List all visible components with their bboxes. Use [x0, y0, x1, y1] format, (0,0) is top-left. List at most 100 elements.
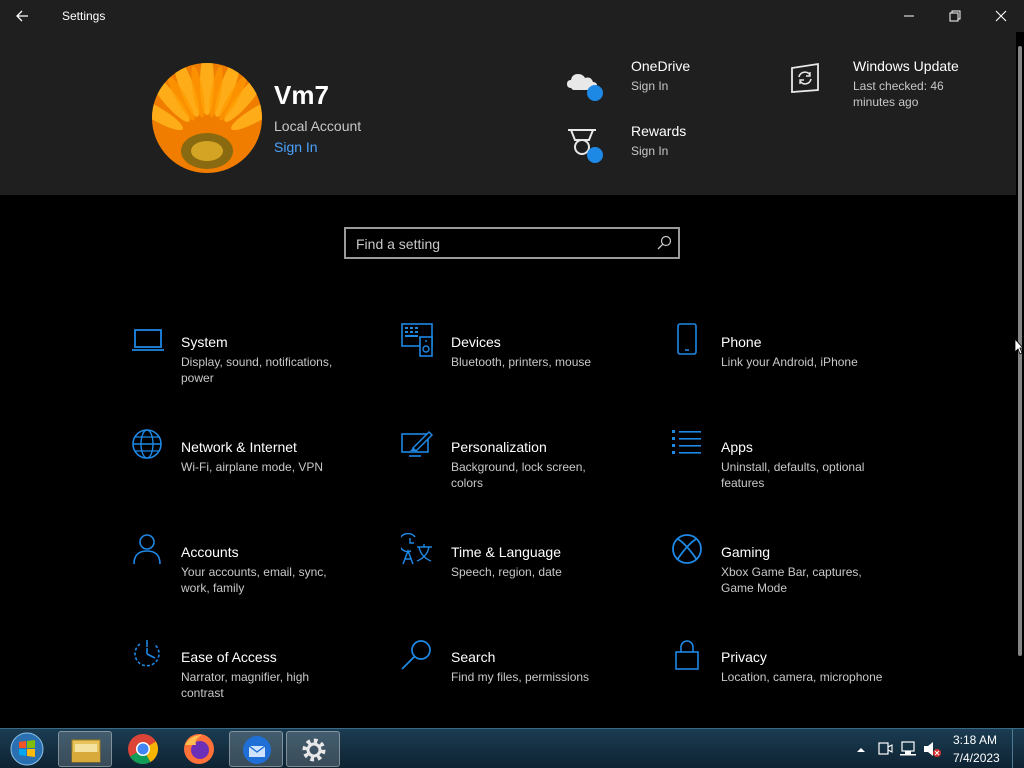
- tile-title: Accounts: [181, 544, 239, 560]
- onedrive-cloud-icon: [567, 74, 603, 101]
- search-input[interactable]: [356, 235, 636, 253]
- tile-devices[interactable]: Devices Bluetooth, printers, mouse: [401, 323, 651, 403]
- tile-title: Personalization: [451, 439, 547, 455]
- title-bar: Settings: [0, 0, 1024, 32]
- laptop-icon: [132, 329, 164, 351]
- clock-date[interactable]: 7/4/2023: [953, 751, 1000, 765]
- rewards-title: Rewards: [631, 123, 687, 139]
- close-button[interactable]: [978, 0, 1024, 32]
- start-orb-icon: [10, 732, 44, 766]
- thunderbird-icon: [243, 736, 271, 764]
- tile-phone[interactable]: Phone Link your Android, iPhone: [671, 323, 921, 403]
- windows-update-item[interactable]: Windows Update Last checked: 46 minutes …: [788, 58, 978, 112]
- tile-title: Privacy: [721, 649, 767, 665]
- onedrive-sub: Sign In: [631, 79, 669, 93]
- start-button[interactable]: [2, 731, 52, 767]
- tile-gaming[interactable]: Gaming Xbox Game Bar, captures, Game Mod…: [671, 533, 921, 613]
- chrome-icon: [128, 734, 159, 765]
- scrollbar[interactable]: [1016, 32, 1024, 728]
- tile-desc: Bluetooth, printers, mouse: [451, 355, 592, 369]
- taskbar-settings[interactable]: [286, 731, 340, 767]
- devices-icon: [401, 323, 433, 357]
- tile-title: System: [181, 334, 228, 350]
- tile-privacy[interactable]: Privacy Location, camera, microphone: [671, 638, 921, 718]
- show-desktop-button[interactable]: [1012, 729, 1024, 768]
- tile-system[interactable]: System Display, sound, notifications, po…: [131, 328, 381, 408]
- tile-title: Ease of Access: [181, 649, 277, 665]
- sign-in-link[interactable]: Sign In: [274, 139, 318, 155]
- restore-icon: [949, 10, 961, 22]
- tile-desc: Uninstall, defaults, optional features: [721, 460, 865, 490]
- taskbar-thunderbird[interactable]: [229, 731, 283, 767]
- globe-icon: [132, 429, 162, 459]
- xbox-icon: [672, 534, 702, 564]
- search-icon: [401, 640, 431, 670]
- paintbrush-icon: [401, 430, 434, 457]
- user-name: Vm7: [274, 80, 329, 110]
- back-button[interactable]: [10, 4, 36, 28]
- rewards-trophy-icon: [568, 129, 603, 163]
- taskbar-firefox[interactable]: [172, 731, 226, 767]
- tile-desc: Background, lock screen, colors: [451, 460, 586, 490]
- phone-icon: [677, 323, 697, 355]
- apps-list-icon: [672, 430, 701, 454]
- volume-muted-icon[interactable]: [922, 729, 944, 768]
- person-icon: [133, 534, 161, 565]
- flower-avatar-image: [152, 63, 262, 173]
- taskbar-file-explorer[interactable]: [58, 731, 112, 767]
- rewards-item[interactable]: Rewards Sign In: [565, 123, 765, 167]
- show-hidden-icons-icon[interactable]: [854, 729, 868, 768]
- restore-button[interactable]: [932, 0, 978, 32]
- minimize-icon: [904, 15, 914, 17]
- tile-desc: Wi-Fi, airplane mode, VPN: [181, 460, 324, 474]
- tile-personalization[interactable]: Personalization Background, lock screen,…: [401, 428, 651, 508]
- search-box[interactable]: [344, 227, 680, 259]
- account-type: Local Account: [274, 118, 362, 134]
- settings-gear-icon: [302, 738, 326, 762]
- tile-desc: Find my files, permissions: [451, 670, 590, 684]
- windows-update-icon: [791, 62, 819, 93]
- tile-desc: Xbox Game Bar, captures, Game Mode: [721, 565, 862, 595]
- tile-desc: Location, camera, microphone: [721, 670, 883, 684]
- lock-icon: [675, 640, 699, 670]
- taskbar-chrome[interactable]: [116, 731, 170, 767]
- onedrive-item[interactable]: OneDrive Sign In: [565, 58, 765, 102]
- minimize-button[interactable]: [886, 0, 932, 32]
- tile-title: Devices: [451, 334, 501, 350]
- tile-search[interactable]: Search Find my files, permissions: [401, 638, 651, 718]
- tile-title: Apps: [721, 439, 753, 455]
- tile-desc: Display, sound, notifications, power: [181, 355, 333, 385]
- back-arrow-icon: [16, 10, 28, 22]
- tile-title: Search: [451, 649, 496, 665]
- onedrive-title: OneDrive: [631, 58, 691, 74]
- tile-title: Time & Language: [451, 544, 561, 560]
- windows-update-sub: Last checked: 46 minutes ago: [853, 79, 944, 109]
- time-language-icon: [401, 533, 432, 565]
- window-title: Settings: [62, 9, 106, 23]
- clock-time[interactable]: 3:18 AM: [953, 733, 997, 747]
- close-icon: [995, 10, 1007, 22]
- tile-title: Network & Internet: [181, 439, 297, 455]
- ease-of-access-icon: [134, 640, 160, 667]
- firefox-icon: [184, 734, 214, 764]
- camera-tray-icon[interactable]: [876, 729, 894, 768]
- tile-accounts[interactable]: Accounts Your accounts, email, sync, wor…: [131, 533, 381, 613]
- tile-network[interactable]: Network & Internet Wi-Fi, airplane mode,…: [131, 428, 381, 508]
- rewards-sub: Sign In: [631, 144, 669, 158]
- tile-desc: Speech, region, date: [451, 565, 562, 579]
- tile-desc: Narrator, magnifier, high contrast: [181, 670, 310, 700]
- search-magnifier-icon: [657, 235, 672, 250]
- avatar[interactable]: [152, 63, 262, 173]
- tile-title: Gaming: [721, 544, 771, 560]
- tile-apps[interactable]: Apps Uninstall, defaults, optional featu…: [671, 428, 921, 508]
- tile-title: Phone: [721, 334, 762, 350]
- file-explorer-icon: [71, 739, 101, 763]
- tile-desc: Link your Android, iPhone: [721, 355, 858, 369]
- network-tray-icon[interactable]: [899, 729, 919, 768]
- windows-update-title: Windows Update: [853, 58, 959, 74]
- taskbar: 3:18 AM 7/4/2023: [0, 728, 1024, 768]
- tile-desc: Your accounts, email, sync, work, family: [181, 565, 327, 595]
- tile-time-language[interactable]: Time & Language Speech, region, date: [401, 533, 651, 613]
- tile-ease-of-access[interactable]: Ease of Access Narrator, magnifier, high…: [131, 638, 381, 718]
- mouse-cursor-icon: [1014, 338, 1024, 355]
